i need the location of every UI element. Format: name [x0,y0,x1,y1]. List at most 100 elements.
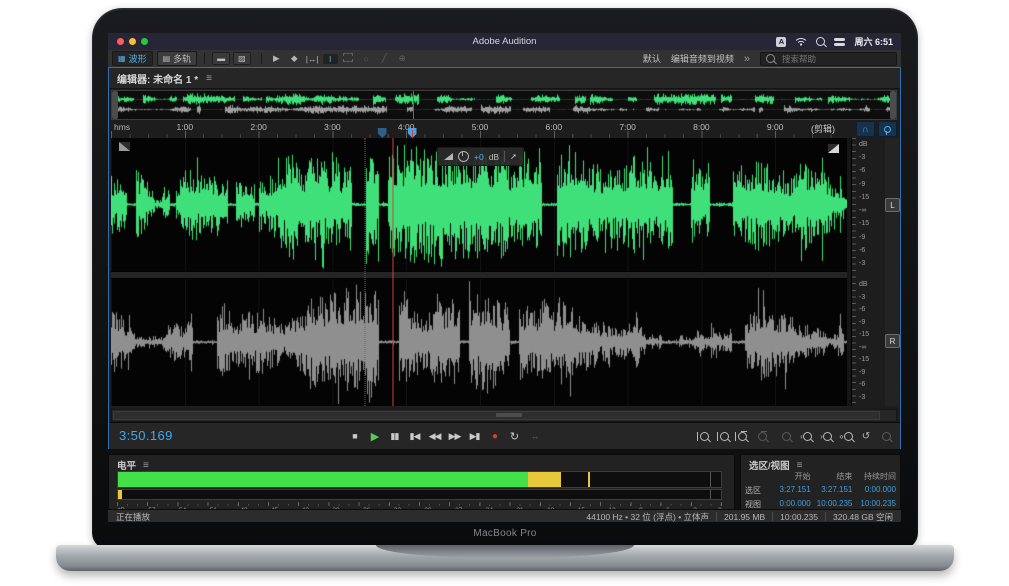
zoom-both-edges-button-modifier: ‹› [839,432,842,441]
gain-knob-icon[interactable] [458,151,469,162]
editor-panel-title: 编辑器: 未命名 1 * [117,71,198,86]
search-input[interactable] [780,53,874,65]
file-size-info: 201.95 MB [724,512,765,522]
time-display[interactable]: 3:50.169 [119,428,173,443]
panel-menu-icon[interactable]: ≡ [143,460,149,471]
magnifier-icon [700,432,709,441]
zoom-reset-button[interactable]: ↺ [858,431,874,442]
corner-widget-icon-left[interactable] [119,142,130,151]
zoom-disabled-button[interactable] [878,432,894,441]
paintbrush-tool-button[interactable]: ╱ [377,53,392,64]
spectral-display-button[interactable]: ▨ [233,52,251,65]
playhead-tick [412,130,413,138]
slip-tool-button[interactable]: |↔| [305,54,320,64]
selection-duration-value[interactable]: 0:00.000 [852,485,896,496]
multitrack-mode-button[interactable]: ▤ 多轨 [157,51,198,66]
selection-end-value[interactable]: 3:27.151 [811,485,853,496]
toolbar-tools: ▶◆|↔|I ○╱⊕ [269,53,413,64]
skip-selection-button[interactable]: ↔ [525,431,544,441]
skip-to-start-button[interactable]: ▮◀ [405,431,424,442]
hud-pin-icon[interactable]: ➚ [510,152,517,161]
transport-bar: 3:50.169 ■▶▮▮▮◀◀◀▶▶▶▮●↻↔ ‹›‹›↺ [109,422,900,449]
workspace-overflow-button[interactable]: » [744,53,750,65]
zoom-selection-alt-button[interactable] [758,432,774,441]
razor-tool-button[interactable]: ◆ [287,53,302,64]
wifi-icon[interactable] [795,37,807,46]
playhead-line[interactable] [393,138,394,406]
input-source-icon[interactable]: A [776,37,786,47]
hud-divider [504,151,505,162]
left-channel-button[interactable]: L [885,198,900,212]
zoom-amplitude-button[interactable] [778,432,794,441]
magnifier-icon [803,432,812,441]
spot-healing-brush-tool-button[interactable]: ⊕ [395,53,410,64]
ruler-tick-label: 1:00 [177,122,194,132]
zoom-out-button[interactable] [715,432,731,441]
laptop-brand-label: MacBook Pro [92,528,918,539]
zoom-in-button[interactable] [695,432,711,441]
snap-magnet-button[interactable]: ∩ [856,121,875,137]
corner-widget-icon-right[interactable] [828,144,839,153]
marquee-selection-tool-button[interactable] [341,53,356,64]
horizontal-scrollbar[interactable] [111,409,897,422]
levels-panel: 电平 ≡ dB-57-54-51-48-45-42-39-36-33-30-27… [108,454,735,510]
play-button[interactable]: ▶ [365,430,384,443]
selection-start-value[interactable]: 3:27.151 [771,485,811,496]
magnifier-icon [720,432,729,441]
overview-waveform [118,92,890,116]
db-scale-label: -15 [859,356,886,363]
zoom-in-right-edge-button[interactable]: › [818,432,834,441]
panel-menu-icon[interactable]: ≡ [797,460,803,471]
control-center-icon[interactable] [834,38,845,46]
spotlight-icon[interactable] [816,37,825,46]
free-space-info: 320.48 GB 空闲 [833,511,893,523]
waveform-mode-button[interactable]: ▦ 波形 [112,51,153,66]
editor-panel-header[interactable]: 编辑器: 未命名 1 * ≡ [109,68,900,89]
zoom-in-left-edge-button-modifier: ‹ [800,432,802,441]
right-channel-wave[interactable] [111,278,847,406]
scrollbar-grip[interactable] [496,413,522,417]
waveform-display-button[interactable]: ▬ [212,52,230,65]
pause-button[interactable]: ▮▮ [385,431,404,442]
db-scale-label: -∞ [859,344,886,351]
lasso-selection-tool-button[interactable]: ○ [359,54,374,64]
menubar-clock[interactable]: 周六 6:51 [854,35,893,48]
marker-pin-button[interactable] [878,121,897,137]
ruler-tick-label: 2:00 [250,122,267,132]
db-scale-label: -∞ [859,207,886,214]
loop-playback-button[interactable]: ↻ [505,430,524,443]
overview-left-handle[interactable] [112,91,118,119]
zoom-in-left-edge-button[interactable]: ‹ [798,432,814,441]
clip-label: (剪辑) [811,122,835,135]
waveform-plot[interactable]: +0 dB ➚ [111,138,847,406]
amplitude-ruler[interactable]: dB-3-6-9-15-∞-15-9-6-3 dB-3-6-9-15-∞-15-… [851,138,886,406]
rewind-button[interactable]: ◀◀ [425,431,444,442]
level-meter[interactable]: dB-57-54-51-48-45-42-39-36-33-30-27-24-2… [117,471,722,514]
preset-dropdown[interactable]: 默认 [643,52,661,65]
workspace-dropdown[interactable]: 编辑音频到视频 [671,52,734,65]
skip-to-end-button[interactable]: ▶▮ [465,431,484,442]
meter-peak-indicator [588,472,590,487]
right-channel-button[interactable]: R [885,334,900,348]
panel-menu-icon[interactable]: ≡ [206,73,212,84]
zoom-both-edges-button[interactable]: ‹› [838,432,854,441]
gain-hud[interactable]: +0 dB ➚ [437,147,524,166]
stop-button[interactable]: ■ [345,431,364,441]
hud-gain-value[interactable]: +0 [474,152,484,162]
move-tool-button[interactable]: ▶ [269,53,284,64]
magnifier-icon [738,432,747,441]
fast-forward-button[interactable]: ▶▶ [445,431,464,442]
record-button[interactable]: ● [485,431,504,442]
overview-strip[interactable] [111,90,897,120]
app-toolbar: ▦ 波形 ▤ 多轨 ▬▨ ▶◆|↔|I ○╱⊕ 默认 编辑音频到视频 » [108,50,901,68]
db-scale-label: -6 [859,381,886,388]
timeline-ruler[interactable]: 1:002:003:004:005:006:007:008:009:00 hms… [111,120,897,138]
waveform-mode-icon: ▦ [118,54,126,63]
row-label-selection: 选区 [745,485,771,496]
overview-right-handle[interactable] [890,91,896,119]
db-scale-label: dB [859,281,886,288]
zoom-to-selection-button[interactable] [735,432,754,441]
help-search-field[interactable] [760,52,897,66]
ruler-tick-label: 7:00 [619,122,636,132]
time-selection-tool-button[interactable]: I [323,54,338,64]
